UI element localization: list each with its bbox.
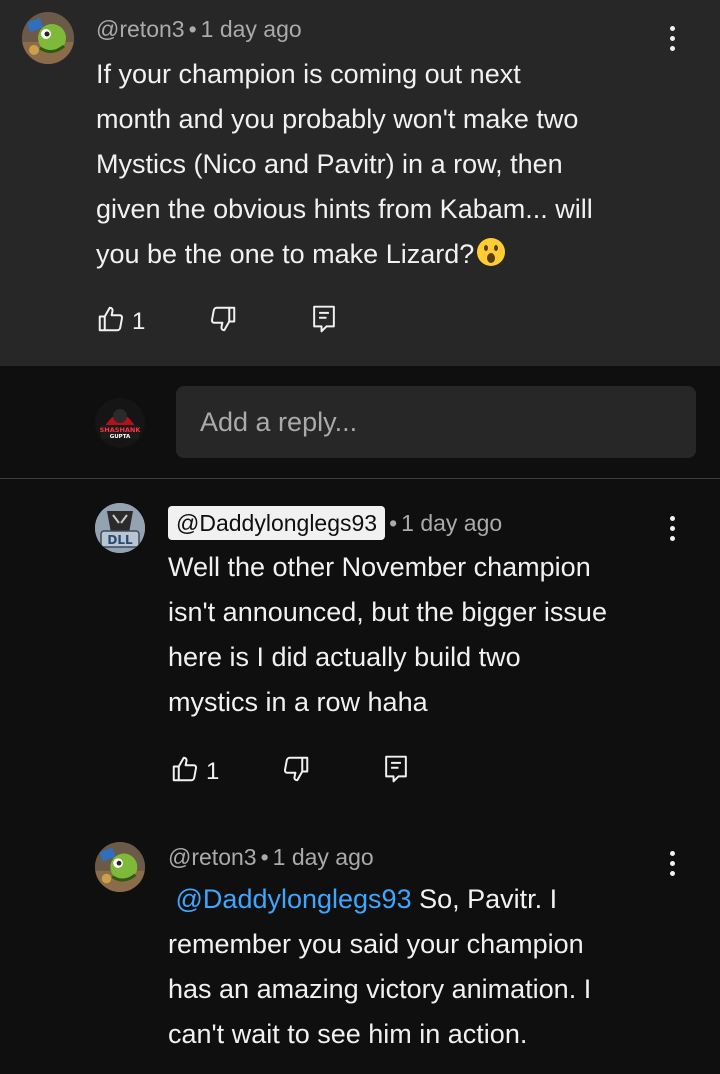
creator-handle-chip[interactable]: @Daddylonglegs93 bbox=[168, 506, 386, 540]
reply-time: 1 day ago bbox=[272, 844, 374, 870]
comment-line-text: you be the one to make Lizard? bbox=[96, 239, 475, 269]
reply-time: 1 day ago bbox=[401, 510, 503, 536]
thumbs-up-icon bbox=[170, 754, 200, 789]
author-handle[interactable]: @reton3 bbox=[168, 844, 257, 870]
meta-separator: • bbox=[260, 844, 269, 870]
thumbs-down-icon bbox=[208, 304, 238, 339]
add-reply-input[interactable]: Add a reply... bbox=[176, 386, 696, 458]
like-button[interactable]: 1 bbox=[96, 304, 145, 339]
comment-line: Mystics (Nico and Pavitr) in a row, then bbox=[96, 149, 563, 179]
user-avatar[interactable]: SHASHANK GUPTA bbox=[95, 398, 145, 448]
more-options-button[interactable] bbox=[662, 508, 682, 548]
reply-text: @Daddylonglegs93 So, Pavitr. I remember … bbox=[168, 877, 591, 1057]
comment-text: If your champion is coming out next mont… bbox=[96, 52, 593, 281]
reply-button[interactable] bbox=[381, 753, 411, 790]
reton3-avatar[interactable] bbox=[95, 842, 145, 892]
more-options-button[interactable] bbox=[662, 18, 682, 58]
add-reply-row: SHASHANK GUPTA Add a reply... bbox=[0, 366, 720, 479]
reply-line: here is I did actually build two bbox=[168, 642, 521, 672]
more-options-button[interactable] bbox=[662, 843, 682, 883]
user-avatar-text-1: SHASHANK bbox=[100, 426, 142, 434]
reply-meta: @reton3 • 1 day ago bbox=[168, 844, 374, 871]
reply-line: @Daddylonglegs93 So, Pavitr. I bbox=[168, 877, 591, 922]
comment-time: 1 day ago bbox=[200, 16, 302, 42]
author-handle[interactable]: @reton3 bbox=[96, 16, 185, 42]
reply-line: has an amazing victory animation. I bbox=[168, 974, 592, 1004]
comment-meta: @reton3 • 1 day ago bbox=[96, 16, 302, 43]
user-avatar-text-2: GUPTA bbox=[110, 434, 131, 440]
highlighted-comment: @reton3 • 1 day ago If your champion is co… bbox=[0, 0, 720, 366]
dislike-button[interactable] bbox=[208, 304, 238, 339]
thumbs-down-icon bbox=[281, 754, 311, 789]
daddylonglegs93-avatar-text: DLL bbox=[107, 533, 133, 547]
reply-comment-icon bbox=[309, 303, 339, 340]
dislike-button[interactable] bbox=[281, 754, 311, 789]
reply-line: mystics in a row haha bbox=[168, 687, 428, 717]
reply-line: Well the other November champion bbox=[168, 552, 591, 582]
meta-separator: • bbox=[188, 16, 197, 42]
reton3-avatar[interactable] bbox=[22, 12, 74, 64]
like-count: 1 bbox=[132, 307, 146, 335]
reply-button[interactable] bbox=[309, 303, 339, 340]
comment-line: month and you probably won't make two bbox=[96, 104, 579, 134]
reply-placeholder: Add a reply... bbox=[200, 407, 358, 437]
like-button[interactable]: 1 bbox=[170, 754, 219, 789]
thumbs-up-icon bbox=[96, 304, 126, 339]
reply-comment-icon bbox=[381, 753, 411, 790]
meta-separator: • bbox=[389, 510, 398, 536]
reply-line: isn't announced, but the bigger issue bbox=[168, 597, 607, 627]
reply-line: can't wait to see him in action. bbox=[168, 1019, 528, 1049]
reply-line: remember you said your champion bbox=[168, 929, 584, 959]
reply-text: Well the other November champion isn't a… bbox=[168, 545, 607, 725]
comment-line: you be the one to make Lizard? bbox=[96, 232, 593, 281]
reply-line-text: So, Pavitr. I bbox=[411, 884, 558, 914]
like-count: 1 bbox=[206, 757, 220, 785]
mention-link[interactable]: @Daddylonglegs93 bbox=[176, 884, 412, 914]
comment-line: given the obvious hints from Kabam... wi… bbox=[96, 194, 593, 224]
comment-line: If your champion is coming out next bbox=[96, 59, 521, 89]
daddylonglegs93-avatar[interactable]: DLL bbox=[95, 503, 145, 553]
reply-meta: @Daddylonglegs93 • 1 day ago bbox=[168, 506, 502, 540]
surprised-face-emoji bbox=[476, 236, 506, 281]
